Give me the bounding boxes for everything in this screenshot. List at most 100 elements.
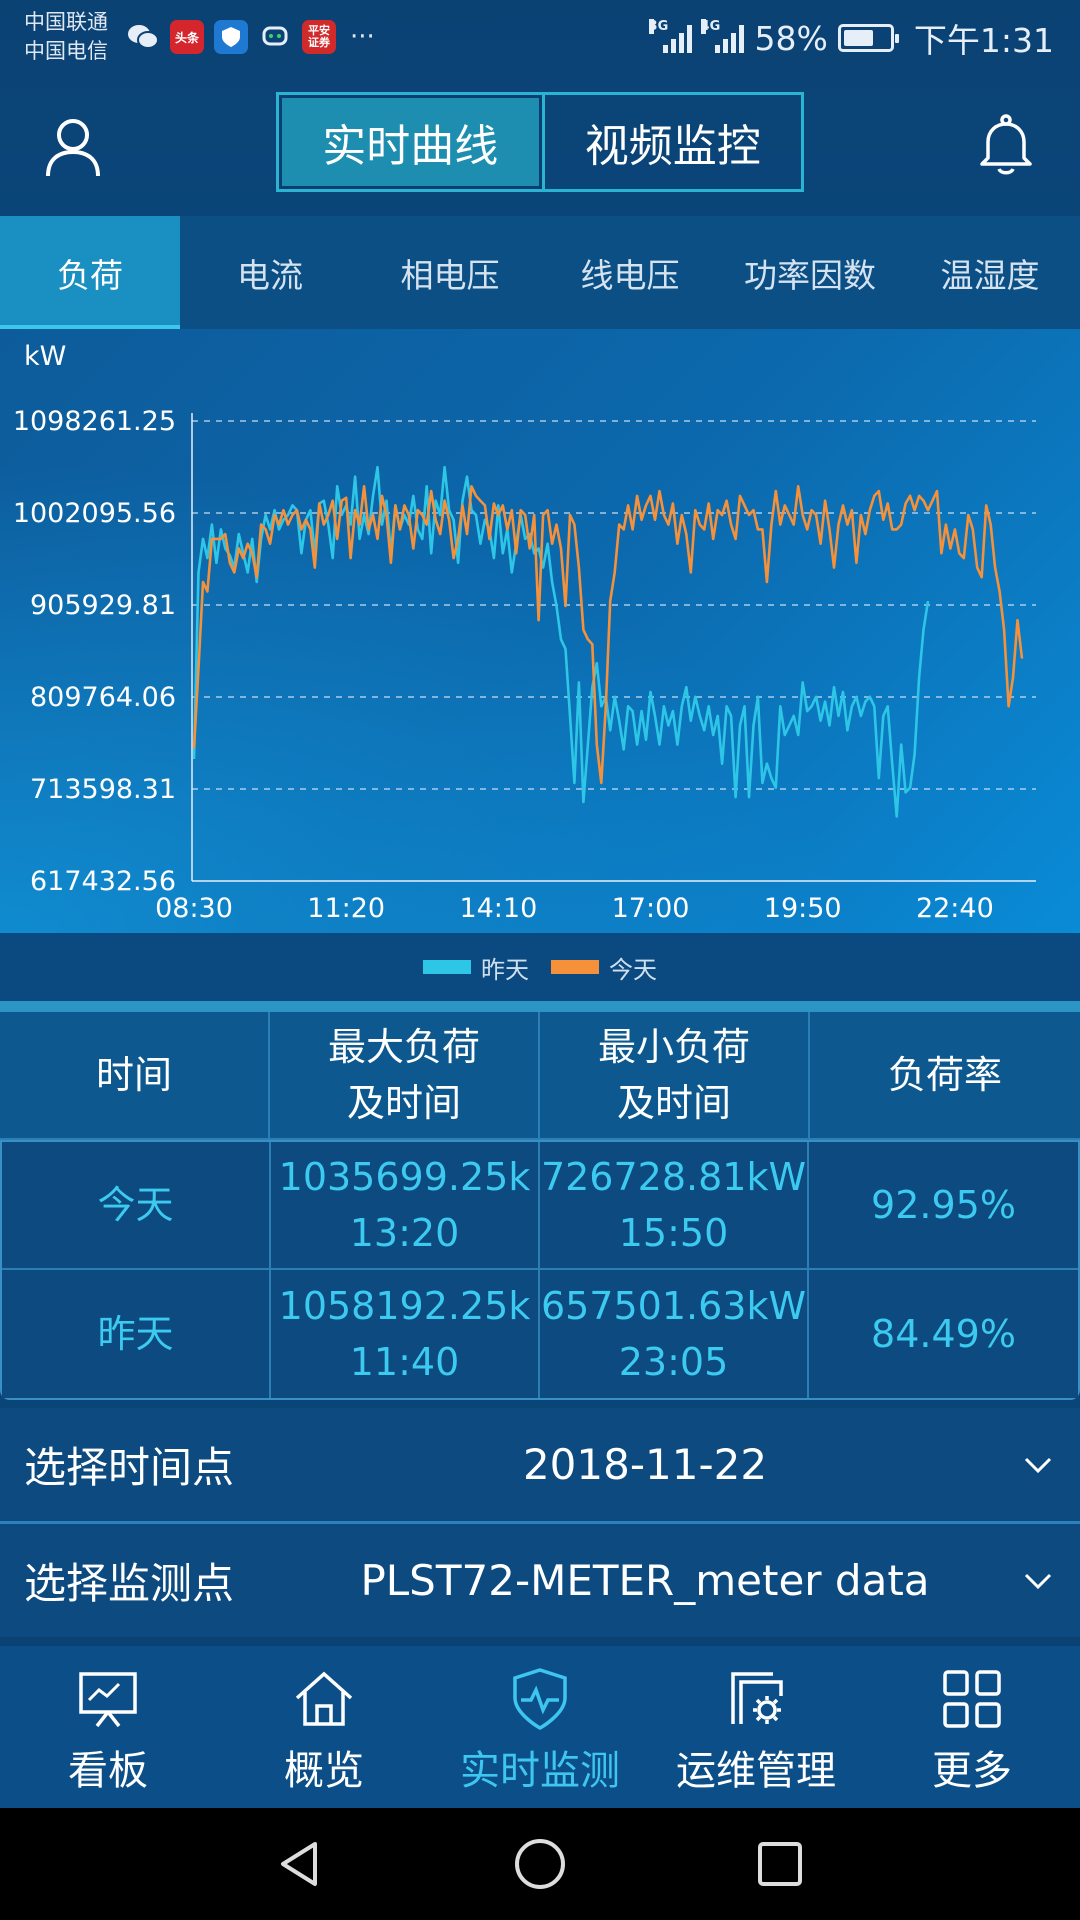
- yesterday-max-cell: 1058192.25k 11:40: [271, 1270, 540, 1398]
- yesterday-max-value: 1058192.25k: [278, 1284, 531, 1328]
- legend-item-yesterday[interactable]: 昨天: [423, 950, 529, 985]
- y-tick-label: 617432.56: [30, 866, 176, 897]
- recents-icon: [758, 1842, 802, 1886]
- today-min-value: 726728.81kW: [540, 1155, 807, 1199]
- table-header-row: 时间 最大负荷 及时间 最小负荷 及时间 负荷率: [0, 1012, 1080, 1140]
- tab-temp-humidity[interactable]: 温湿度: [900, 216, 1080, 329]
- y-tick-label: 905929.81: [30, 590, 176, 621]
- series-line-today: [192, 485, 1024, 785]
- nav-realtime-monitor-label: 实时监测: [460, 1748, 620, 1794]
- today-load-rate: 92.95%: [809, 1142, 1078, 1270]
- bell-icon[interactable]: [978, 114, 1034, 176]
- header-time: 时间: [0, 1012, 270, 1140]
- table-body: 今天 1035699.25k 13:20 726728.81kW 15:50 9…: [0, 1140, 1080, 1400]
- y-tick-label: 1002095.56: [13, 498, 176, 529]
- chevron-down-icon[interactable]: [1020, 1563, 1056, 1599]
- yesterday-min-value: 657501.63kW: [540, 1284, 807, 1328]
- system-status: 3G 4G 58% 下午1:31: [648, 14, 1054, 62]
- tab-power-factor[interactable]: 功率因数: [720, 216, 900, 329]
- clock: 下午1:31: [913, 21, 1054, 60]
- legend-swatch-today: [551, 960, 599, 974]
- user-icon[interactable]: [44, 116, 102, 178]
- app-root: 中国联通 中国电信 头条 平安 证券 ··· 3G 4G 58% 下午1:31 …: [0, 0, 1080, 1808]
- today-max-value: 1035699.25k: [278, 1155, 531, 1199]
- yesterday-min-time: 23:05: [618, 1340, 729, 1384]
- chart-canvas: 1098261.25 1002095.56 905929.81 809764.06 71…: [13, 406, 1036, 924]
- header-load-rate: 负荷率: [810, 1012, 1080, 1140]
- status-bar: 中国联通 中国电信 头条 平安 证券 ··· 3G 4G 58% 下午1:31: [0, 0, 1080, 78]
- tab-current[interactable]: 电流: [180, 216, 360, 329]
- nav-overview[interactable]: 概览: [216, 1646, 432, 1808]
- wechat-icon: [126, 20, 160, 54]
- home-icon: [295, 1671, 353, 1726]
- back-button[interactable]: [180, 1808, 420, 1920]
- y-tick-label: 809764.06: [30, 682, 176, 713]
- point-selector-label: 选择监测点: [24, 1559, 235, 1608]
- carrier-info: 中国联通 中国电信: [24, 8, 108, 66]
- shield-app-icon: [214, 20, 248, 54]
- chevron-down-icon[interactable]: [1020, 1447, 1056, 1483]
- y-tick-label: 1098261.25: [13, 406, 176, 437]
- tab-video-monitor[interactable]: 视频监控: [541, 95, 802, 189]
- carrier-1: 中国联通: [24, 10, 108, 34]
- tab-line-voltage[interactable]: 线电压: [540, 216, 720, 329]
- grid-icon: [943, 1670, 1001, 1728]
- notification-icons: 头条 平安 证券 ···: [126, 20, 375, 54]
- nav-dashboard[interactable]: 看板: [0, 1646, 216, 1808]
- date-selector[interactable]: 选择时间点 2018-11-22: [0, 1408, 1080, 1521]
- battery-icon: [837, 24, 899, 52]
- recents-button[interactable]: [660, 1808, 900, 1920]
- tab-phase-voltage[interactable]: 相电压: [360, 216, 540, 329]
- today-min-time: 15:50: [618, 1211, 729, 1255]
- yesterday-load-rate: 84.49%: [809, 1270, 1078, 1398]
- home-button[interactable]: [420, 1808, 660, 1920]
- today-min-cell: 726728.81kW 15:50: [540, 1142, 809, 1270]
- row-label-today: 今天: [2, 1142, 271, 1270]
- x-tick-label: 11:20: [307, 893, 385, 924]
- header-max-load: 最大负荷 及时间: [270, 1012, 540, 1140]
- x-tick-label: 08:30: [155, 893, 233, 924]
- x-tick-label: 17:00: [612, 893, 690, 924]
- legend-label-yesterday: 昨天: [481, 955, 529, 984]
- chart-legend: 昨天 今天: [0, 933, 1080, 1001]
- shield-pulse-icon: [513, 1668, 567, 1731]
- table-row: 昨天 1058192.25k 11:40 657501.63kW 23:05 8…: [2, 1270, 1078, 1398]
- x-tick-label: 19:50: [764, 893, 842, 924]
- maintenance-gear-icon: [731, 1672, 783, 1724]
- cloud-chat-icon: [258, 20, 292, 54]
- section-divider: [0, 1001, 1080, 1012]
- legend-item-today[interactable]: 今天: [551, 950, 657, 985]
- today-max-time: 13:20: [349, 1211, 460, 1255]
- date-selector-value: 2018-11-22: [522, 1440, 768, 1489]
- x-tick-label: 14:10: [459, 893, 537, 924]
- nav-dashboard-label: 看板: [68, 1748, 148, 1794]
- carrier-2: 中国电信: [24, 39, 108, 63]
- more-notifications: ···: [350, 22, 375, 52]
- tab-realtime-curve[interactable]: 实时曲线: [279, 95, 542, 189]
- date-selector-label: 选择时间点: [24, 1443, 235, 1492]
- nav-realtime-monitor[interactable]: 实时监测: [432, 1646, 648, 1808]
- system-navigation-bar: [0, 1808, 1080, 1920]
- bottom-navigation: 看板 概览 实时监测 运维管理 更多: [0, 1646, 1080, 1808]
- metric-tabs: 负荷 电流 相电压 线电压 功率因数 温湿度: [0, 216, 1080, 329]
- point-selector-value: PLST72-METER_meter data: [360, 1556, 930, 1605]
- dashboard-icon: [79, 1672, 137, 1728]
- table-row: 今天 1035699.25k 13:20 726728.81kW 15:50 9…: [2, 1142, 1078, 1270]
- point-selector[interactable]: 选择监测点 PLST72-METER_meter data: [0, 1524, 1080, 1637]
- home-circle-icon: [515, 1839, 565, 1889]
- yesterday-min-cell: 657501.63kW 23:05: [540, 1270, 809, 1398]
- legend-swatch-yesterday: [423, 960, 471, 974]
- pingan-icon: 平安 证券: [302, 20, 336, 54]
- load-summary-table: 时间 最大负荷 及时间 最小负荷 及时间 负荷率 今天 1035699.25k …: [0, 1012, 1080, 1400]
- view-switch: 实时曲线 视频监控: [276, 92, 804, 192]
- load-chart: kW 1098261.25 1002095.56 905929.81 809764.0…: [0, 329, 1080, 933]
- nav-maintenance[interactable]: 运维管理: [648, 1646, 864, 1808]
- signal-4g-icon: 4G: [700, 19, 745, 53]
- nav-more[interactable]: 更多: [864, 1646, 1080, 1808]
- x-tick-label: 22:40: [916, 893, 994, 924]
- tab-load[interactable]: 负荷: [0, 216, 180, 329]
- y-tick-label: 713598.31: [30, 774, 176, 805]
- header-min-load: 最小负荷 及时间: [540, 1012, 810, 1140]
- nav-maintenance-label: 运维管理: [676, 1748, 836, 1794]
- yesterday-max-time: 11:40: [349, 1340, 460, 1384]
